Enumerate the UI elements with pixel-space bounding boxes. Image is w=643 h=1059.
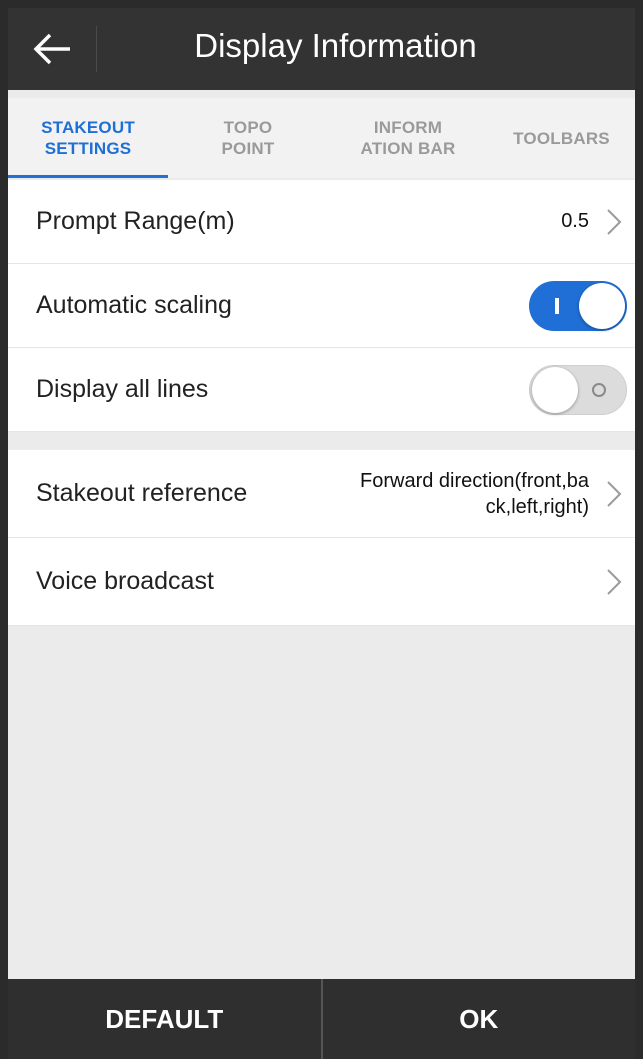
- automatic-scaling-label: Automatic scaling: [36, 291, 232, 319]
- prompt-range-value: 0.5: [561, 210, 589, 232]
- footer-bar: DEFAULT OK: [8, 979, 635, 1059]
- screen: Display Information STAKEOUT SETTINGS TO…: [8, 8, 635, 1059]
- stakeout-reference-value-line-2: ck,left,right): [485, 495, 589, 518]
- voice-broadcast-row[interactable]: Voice broadcast: [8, 538, 635, 626]
- toggle-off-indicator-icon: [592, 382, 606, 397]
- stakeout-reference-value: Forward direction(front,ba ck,left,right…: [289, 450, 589, 537]
- tab-information-bar[interactable]: INFORM ATION BAR: [328, 98, 488, 178]
- display-all-lines-row: Display all lines: [8, 348, 635, 432]
- display-all-lines-toggle[interactable]: [529, 364, 627, 415]
- prompt-range-row[interactable]: Prompt Range(m) 0.5: [8, 180, 635, 264]
- toggle-on-indicator-icon: [555, 297, 559, 314]
- chevron-right-icon: [607, 480, 622, 507]
- voice-broadcast-label: Voice broadcast: [36, 567, 214, 595]
- stakeout-reference-value-line-1: Forward direction(front,ba: [360, 469, 589, 492]
- page-title: Display Information: [194, 27, 477, 64]
- stakeout-reference-row[interactable]: Stakeout reference Forward direction(fro…: [8, 450, 635, 538]
- tab-stakeout-settings[interactable]: STAKEOUT SETTINGS: [8, 98, 168, 178]
- automatic-scaling-toggle[interactable]: [529, 280, 627, 331]
- tab-toolbars[interactable]: TOOLBARS: [488, 98, 635, 178]
- stakeout-reference-label: Stakeout reference: [36, 479, 248, 507]
- ok-button[interactable]: OK: [323, 979, 636, 1059]
- toggle-knob: [579, 282, 625, 329]
- tab-bar: STAKEOUT SETTINGS TOPO POINT INFORM ATIO…: [8, 98, 635, 178]
- default-button[interactable]: DEFAULT: [8, 979, 321, 1059]
- automatic-scaling-row: Automatic scaling: [8, 264, 635, 348]
- arrow-left-icon: [33, 33, 70, 65]
- toggle-knob: [532, 366, 578, 413]
- chevron-right-icon: [607, 568, 622, 595]
- prompt-range-label: Prompt Range(m): [36, 207, 235, 235]
- app-header: Display Information: [8, 8, 635, 90]
- chevron-right-icon: [607, 208, 622, 235]
- tab-topo-point[interactable]: TOPO POINT: [168, 98, 328, 178]
- back-button[interactable]: [8, 8, 96, 90]
- display-all-lines-label: Display all lines: [36, 375, 209, 403]
